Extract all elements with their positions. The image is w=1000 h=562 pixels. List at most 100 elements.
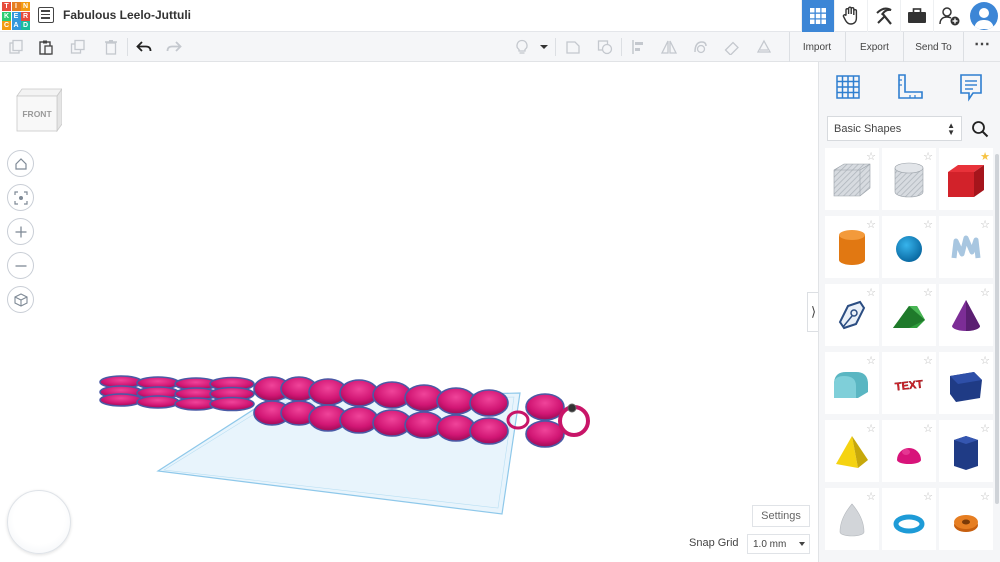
chevron-right-icon: ⟩ [810, 304, 817, 319]
shapes-panel: Basic Shapes ▲ ▼ ☆ ☆ ★ ☆ ☆ ☆ ☆ ☆ ☆ ☆ TEX… [818, 62, 1000, 562]
notes-icon[interactable] [956, 72, 986, 102]
ruler-icon[interactable] [895, 72, 925, 102]
orbit-control[interactable] [7, 490, 71, 554]
shape-shape-generator[interactable]: ☆ [825, 284, 879, 346]
more-options-button[interactable]: ⋯ [963, 32, 1000, 62]
3d-design-view-button[interactable] [801, 0, 834, 32]
panel-scrollbar[interactable] [995, 154, 999, 504]
shape-library-value: Basic Shapes [834, 122, 902, 135]
logo-letter: T [2, 2, 11, 11]
duplicate-icon[interactable] [70, 39, 86, 55]
build-view-button[interactable] [867, 0, 900, 32]
tinkercad-logo[interactable]: TIN KER CAD [2, 2, 30, 30]
send-to-button[interactable]: Send To [903, 32, 963, 62]
shape-polygon-hex[interactable]: ☆ [939, 420, 993, 482]
favorite-star-icon[interactable]: ☆ [866, 490, 876, 503]
toolbar-divider [127, 38, 128, 56]
user-icon [974, 8, 994, 29]
chevron-down-icon[interactable] [539, 39, 549, 55]
project-title[interactable]: Fabulous Leelo-Juttuli [63, 8, 191, 22]
favorite-star-icon[interactable]: ☆ [866, 218, 876, 231]
light-bulb-icon[interactable] [514, 39, 530, 55]
shape-search-button[interactable] [967, 116, 993, 141]
snap-grid-label: Snap Grid [689, 537, 739, 549]
updown-caret-icon: ▲ ▼ [947, 121, 955, 137]
import-button[interactable]: Import [789, 32, 844, 62]
snap-grid-select[interactable]: 1.0 mm [747, 534, 810, 554]
top-nav [801, 0, 1000, 32]
align-icon[interactable] [631, 39, 647, 55]
workplane-canvas[interactable]: FRONT Settings Snap Grid 1.0 mm [0, 62, 818, 562]
favorite-star-icon[interactable]: ☆ [980, 218, 990, 231]
favorite-star-icon[interactable]: ☆ [866, 150, 876, 163]
shape-scribble[interactable]: ☆ [939, 216, 993, 278]
settings-button[interactable]: Settings [752, 505, 810, 527]
favorite-star-icon[interactable]: ☆ [923, 286, 933, 299]
design-list-icon[interactable] [38, 7, 54, 23]
briefcase-icon [908, 8, 926, 23]
favorite-star-icon[interactable]: ★ [980, 150, 990, 163]
export-button[interactable]: Export [845, 32, 903, 62]
shape-text-label: TEXT [894, 379, 923, 394]
shape-sphere[interactable]: ☆ [882, 216, 936, 278]
shape-half-sphere[interactable]: ☆ [882, 420, 936, 482]
shape-tube[interactable]: ☆ [939, 488, 993, 550]
workplane-tool-icon[interactable] [756, 39, 772, 55]
top-bar: TIN KER CAD Fabulous Leelo-Juttuli [0, 0, 1000, 32]
shape-cylinder-hole[interactable]: ☆ [882, 148, 936, 210]
mirror-icon[interactable] [661, 39, 677, 55]
hand-icon [842, 6, 858, 25]
favorite-star-icon[interactable]: ☆ [980, 490, 990, 503]
favorite-star-icon[interactable]: ☆ [923, 490, 933, 503]
more-dots-icon: ⋯ [974, 36, 990, 53]
redo-icon[interactable] [166, 39, 182, 55]
shape-polygon[interactable]: ☆ [939, 352, 993, 414]
favorite-star-icon[interactable]: ☆ [923, 354, 933, 367]
user-avatar[interactable] [970, 2, 998, 30]
group-icon[interactable] [565, 39, 581, 55]
favorite-star-icon[interactable]: ☆ [866, 286, 876, 299]
favorite-star-icon[interactable]: ☆ [980, 422, 990, 435]
shape-box[interactable]: ★ [939, 148, 993, 210]
favorite-star-icon[interactable]: ☆ [980, 286, 990, 299]
shape-box-hole[interactable]: ☆ [825, 148, 879, 210]
lessons-view-button[interactable] [900, 0, 933, 32]
toolbar-divider [621, 38, 622, 56]
shape-torus[interactable]: ☆ [882, 488, 936, 550]
invite-user-button[interactable] [933, 0, 966, 32]
favorite-star-icon[interactable]: ☆ [923, 218, 933, 231]
edit-toolbar: Import Export Send To ⋯ [0, 32, 1000, 62]
favorite-star-icon[interactable]: ☆ [866, 422, 876, 435]
shape-library-select[interactable]: Basic Shapes ▲ ▼ [827, 116, 962, 141]
toolbar-divider [555, 38, 556, 56]
logo-letter: N [21, 2, 30, 11]
logo-letter: D [21, 21, 30, 30]
shape-cylinder[interactable]: ☆ [825, 216, 879, 278]
shape-round-roof[interactable]: ☆ [825, 352, 879, 414]
favorite-star-icon[interactable]: ☆ [923, 422, 933, 435]
scene-3d [99, 375, 590, 515]
workplane-icon[interactable] [834, 72, 864, 102]
shape-roof[interactable]: ☆ [882, 284, 936, 346]
search-icon [972, 120, 989, 137]
logo-letter: R [21, 11, 30, 21]
pickaxe-icon [876, 7, 892, 25]
favorite-star-icon[interactable]: ☆ [923, 150, 933, 163]
undo-icon[interactable] [136, 39, 152, 55]
shape-text[interactable]: TEXT ☆ [882, 352, 936, 414]
ruler-tool-icon[interactable] [724, 39, 740, 55]
favorite-star-icon[interactable]: ☆ [980, 354, 990, 367]
copy-icon[interactable] [8, 39, 24, 55]
favorite-star-icon[interactable]: ☆ [866, 354, 876, 367]
ungroup-icon[interactable] [597, 39, 613, 55]
cruise-icon[interactable] [692, 39, 708, 55]
shape-paraboloid[interactable]: ☆ [825, 488, 879, 550]
blocks-view-button[interactable] [834, 0, 867, 32]
shape-pyramid[interactable]: ☆ [825, 420, 879, 482]
delete-icon[interactable] [103, 39, 119, 55]
logo-letter: E [11, 11, 21, 21]
shape-cone[interactable]: ☆ [939, 284, 993, 346]
paste-icon[interactable] [38, 39, 54, 55]
logo-letter: C [2, 21, 11, 30]
grid-icon [810, 8, 826, 24]
